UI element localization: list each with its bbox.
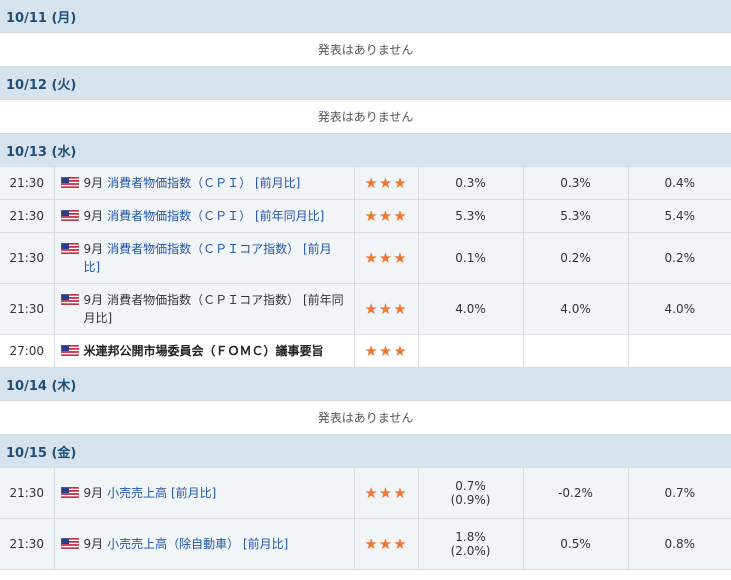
previous-value: 0.8% xyxy=(628,518,731,570)
us-flag-icon xyxy=(60,538,79,549)
economic-calendar-table: 10/11 (月) 発表はありません 10/12 (火) 発表はありません 10… xyxy=(0,0,731,570)
us-flag-icon xyxy=(60,294,79,305)
event-time: 27:00 xyxy=(0,334,55,368)
importance-stars: ★★★ xyxy=(364,484,408,502)
previous-value: 0.2% xyxy=(628,232,731,284)
event-name-cell: 9月 小売売上高 [前月比] xyxy=(54,467,355,519)
importance-cell: ★★★ xyxy=(354,334,419,368)
result-main: 1.8% xyxy=(455,530,486,544)
day-header: 10/11 (月) xyxy=(0,0,731,33)
day-header: 10/13 (水) xyxy=(0,133,731,167)
event-row: 21:30 9月 消費者物価指数（ＣＰＩ） [前年同月比] ★★★ 5.3% 5.… xyxy=(0,199,731,233)
forecast-value: 4.0% xyxy=(523,283,629,335)
day-header: 10/12 (火) xyxy=(0,66,731,100)
event-time: 21:30 xyxy=(0,166,55,200)
result-value xyxy=(418,334,524,368)
event-period: 9月 xyxy=(83,293,104,307)
importance-stars: ★★★ xyxy=(364,300,408,318)
day-date: 10/15 (金) xyxy=(0,434,731,468)
event-time: 21:30 xyxy=(0,467,55,519)
event-row: 21:30 9月 小売売上高（除自動車） [前月比] ★★★ 1.8% (2.0%)… xyxy=(0,518,731,570)
event-time: 21:30 xyxy=(0,199,55,233)
event-time: 21:30 xyxy=(0,232,55,284)
result-value: 1.8% (2.0%) xyxy=(418,518,524,570)
event-name-cell: 9月 消費者物価指数（ＣＰＩコア指数） [前年同月比] xyxy=(54,283,355,335)
us-flag-icon xyxy=(60,487,79,498)
event-row: 27:00 米連邦公開市場委員会（ＦＯＭＣ）議事要旨 ★★★ xyxy=(0,334,731,368)
importance-stars: ★★★ xyxy=(364,174,408,192)
event-title-link[interactable]: 消費者物価指数（ＣＰＩ） [前年同月比] xyxy=(107,209,324,223)
importance-cell: ★★★ xyxy=(354,283,419,335)
event-title-link[interactable]: 消費者物価指数（ＣＰＩコア指数） [前月比] xyxy=(84,242,332,274)
importance-stars: ★★★ xyxy=(364,207,408,225)
no-release-row: 発表はありません xyxy=(0,400,731,435)
event-time: 21:30 xyxy=(0,518,55,570)
event-name-cell: 9月 消費者物価指数（ＣＰＩ） [前年同月比] xyxy=(54,199,355,233)
result-value: 0.7% (0.9%) xyxy=(418,467,524,519)
us-flag-icon xyxy=(60,210,79,221)
importance-cell: ★★★ xyxy=(354,467,419,519)
event-title-link[interactable]: 消費者物価指数（ＣＰＩ） [前月比] xyxy=(107,176,300,190)
event-row: 21:30 9月 消費者物価指数（ＣＰＩコア指数） [前年同月比] ★★★ 4.0… xyxy=(0,283,731,335)
importance-cell: ★★★ xyxy=(354,166,419,200)
day-date: 10/12 (火) xyxy=(0,66,731,100)
previous-value xyxy=(628,334,731,368)
event-period: 9月 xyxy=(83,176,104,190)
importance-cell: ★★★ xyxy=(354,199,419,233)
calendar-body: 10/11 (月) 発表はありません 10/12 (火) 発表はありません 10… xyxy=(0,0,731,570)
no-release-text: 発表はありません xyxy=(0,99,731,134)
no-release-row: 発表はありません xyxy=(0,32,731,67)
result-value: 0.1% xyxy=(418,232,524,284)
result-value: 0.3% xyxy=(418,166,524,200)
forecast-value xyxy=(523,334,629,368)
event-title-link[interactable]: 小売売上高 [前月比] xyxy=(107,486,216,500)
forecast-value: 5.3% xyxy=(523,199,629,233)
previous-value: 0.4% xyxy=(628,166,731,200)
us-flag-icon xyxy=(60,243,79,254)
event-title: 消費者物価指数（ＣＰＩコア指数） [前年同月比] xyxy=(83,293,344,325)
result-revised: (0.9%) xyxy=(450,493,491,507)
importance-stars: ★★★ xyxy=(364,342,408,360)
event-row: 21:30 9月 消費者物価指数（ＣＰＩ） [前月比] ★★★ 0.3% 0.3%… xyxy=(0,166,731,200)
previous-value: 0.7% xyxy=(628,467,731,519)
event-name-cell: 米連邦公開市場委員会（ＦＯＭＣ）議事要旨 xyxy=(54,334,355,368)
importance-stars: ★★★ xyxy=(364,535,408,553)
us-flag-icon xyxy=(60,345,79,356)
us-flag-icon xyxy=(60,177,79,188)
event-row: 21:30 9月 消費者物価指数（ＣＰＩコア指数） [前月比] ★★★ 0.1% … xyxy=(0,232,731,284)
no-release-text: 発表はありません xyxy=(0,32,731,67)
event-period: 9月 xyxy=(83,242,104,256)
event-title-link[interactable]: 小売売上高（除自動車） [前月比] xyxy=(107,537,288,551)
importance-stars: ★★★ xyxy=(364,249,408,267)
event-row: 21:30 9月 小売売上高 [前月比] ★★★ 0.7% (0.9%) -0.2%… xyxy=(0,467,731,519)
day-header: 10/14 (木) xyxy=(0,367,731,401)
day-header: 10/15 (金) xyxy=(0,434,731,468)
result-main: 0.7% xyxy=(455,479,486,493)
previous-value: 4.0% xyxy=(628,283,731,335)
forecast-value: -0.2% xyxy=(523,467,629,519)
event-name-cell: 9月 消費者物価指数（ＣＰＩ） [前月比] xyxy=(54,166,355,200)
importance-cell: ★★★ xyxy=(354,232,419,284)
day-date: 10/13 (水) xyxy=(0,133,731,167)
forecast-value: 0.2% xyxy=(523,232,629,284)
result-value: 5.3% xyxy=(418,199,524,233)
no-release-row: 発表はありません xyxy=(0,99,731,134)
event-period: 9月 xyxy=(83,486,104,500)
result-value: 4.0% xyxy=(418,283,524,335)
day-date: 10/11 (月) xyxy=(0,0,731,33)
event-time: 21:30 xyxy=(0,283,55,335)
forecast-value: 0.5% xyxy=(523,518,629,570)
previous-value: 5.4% xyxy=(628,199,731,233)
forecast-value: 0.3% xyxy=(523,166,629,200)
result-revised: (2.0%) xyxy=(450,544,491,558)
event-title: 米連邦公開市場委員会（ＦＯＭＣ）議事要旨 xyxy=(83,344,324,358)
event-period: 9月 xyxy=(83,209,104,223)
importance-cell: ★★★ xyxy=(354,518,419,570)
event-name-cell: 9月 消費者物価指数（ＣＰＩコア指数） [前月比] xyxy=(54,232,355,284)
no-release-text: 発表はありません xyxy=(0,400,731,435)
day-date: 10/14 (木) xyxy=(0,367,731,401)
event-name-cell: 9月 小売売上高（除自動車） [前月比] xyxy=(54,518,355,570)
event-period: 9月 xyxy=(83,537,104,551)
